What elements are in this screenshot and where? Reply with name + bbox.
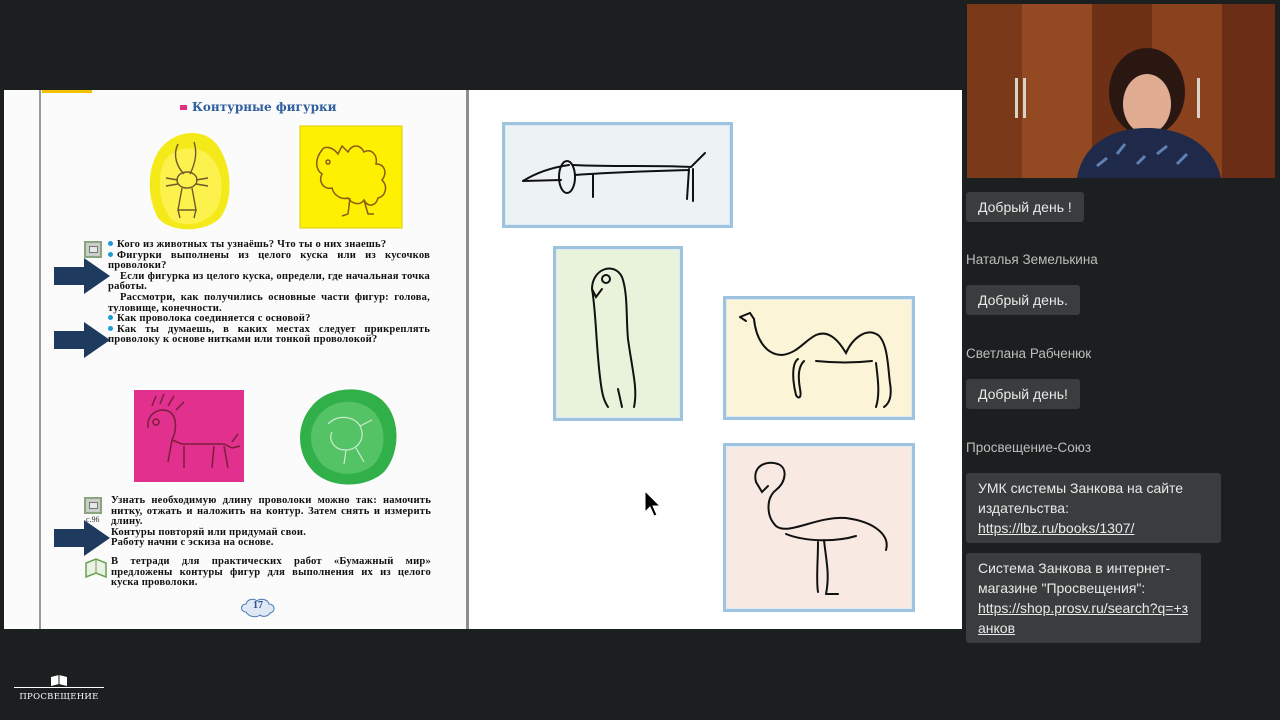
chat-message: Добрый день! bbox=[966, 379, 1080, 409]
page-number: 17 bbox=[253, 600, 263, 611]
rooster-wire-figure bbox=[299, 125, 403, 229]
presenter-webcam bbox=[967, 4, 1275, 178]
instructions-text: Узнать необходимую длину проволоки можно… bbox=[111, 495, 431, 549]
green-wire-figure bbox=[300, 389, 397, 485]
owl-contour-figure bbox=[591, 267, 637, 408]
pointer-arrow-icon bbox=[54, 258, 110, 294]
section-title: Контурные фигурки bbox=[180, 100, 337, 114]
chat-message: УМК системы Занкова на сайте издательств… bbox=[966, 473, 1221, 543]
page-reference: с.96 bbox=[86, 515, 100, 524]
pointer-arrow-icon bbox=[54, 322, 110, 358]
bullet-dot-icon bbox=[108, 241, 113, 246]
textbook-page: Контурные фигурки Кого из животных ты уз… bbox=[4, 90, 469, 629]
page-binding-line bbox=[466, 90, 469, 629]
prosveshchenie-logo: ПРОСВЕЩЕНИЕ bbox=[14, 674, 104, 704]
chat-author: Просвещение-Союз bbox=[966, 440, 1092, 455]
bullet-dot-icon bbox=[108, 251, 113, 257]
tip-icon bbox=[84, 497, 102, 514]
presentation-stage: Контурные фигурки Кого из животных ты уз… bbox=[0, 0, 1280, 720]
bullet-dot-icon bbox=[108, 315, 113, 321]
questions-text: Кого из животных ты узнаёшь? Что ты о ни… bbox=[108, 239, 430, 346]
logo-rule bbox=[14, 687, 104, 688]
page-binding-line bbox=[39, 90, 41, 629]
book-logo-icon bbox=[51, 675, 67, 686]
flamingo-contour-card bbox=[723, 443, 915, 612]
chat-message: Система Занкова в интернет-магазине "Про… bbox=[966, 553, 1201, 643]
bunny-wire-figure bbox=[149, 133, 230, 230]
pointer-arrow-icon bbox=[54, 520, 110, 556]
chat-link[interactable]: https://shop.prosv.ru/search?q=+занков bbox=[978, 600, 1188, 636]
title-bullet-icon bbox=[180, 105, 187, 110]
horse-wire-figure bbox=[134, 390, 244, 482]
camel-contour-card bbox=[723, 296, 915, 420]
chat-message: Добрый день. bbox=[966, 285, 1080, 315]
chat-author: Наталья Земелькина bbox=[966, 252, 1098, 267]
dog-contour-figure bbox=[522, 152, 706, 202]
camel-contour-figure bbox=[739, 311, 892, 408]
workbook-icon bbox=[85, 558, 107, 579]
logo-wordmark: ПРОСВЕЩЕНИЕ bbox=[19, 692, 99, 702]
chat-link[interactable]: https://lbz.ru/books/1307/ bbox=[978, 520, 1134, 536]
page-tab-marker bbox=[42, 90, 92, 93]
owl-contour-card bbox=[553, 246, 683, 421]
chat-author: Светлана Рабченюк bbox=[966, 346, 1092, 361]
questions-icon bbox=[84, 241, 102, 258]
flamingo-contour-figure bbox=[754, 461, 888, 595]
shared-slide: Контурные фигурки Кого из животных ты уз… bbox=[4, 90, 962, 629]
workbook-note: В тетради для практических работ «Бумажн… bbox=[111, 556, 431, 589]
chat-message: Добрый день ! bbox=[966, 192, 1084, 222]
mouse-cursor-icon bbox=[644, 490, 662, 517]
dog-contour-card bbox=[502, 122, 733, 228]
